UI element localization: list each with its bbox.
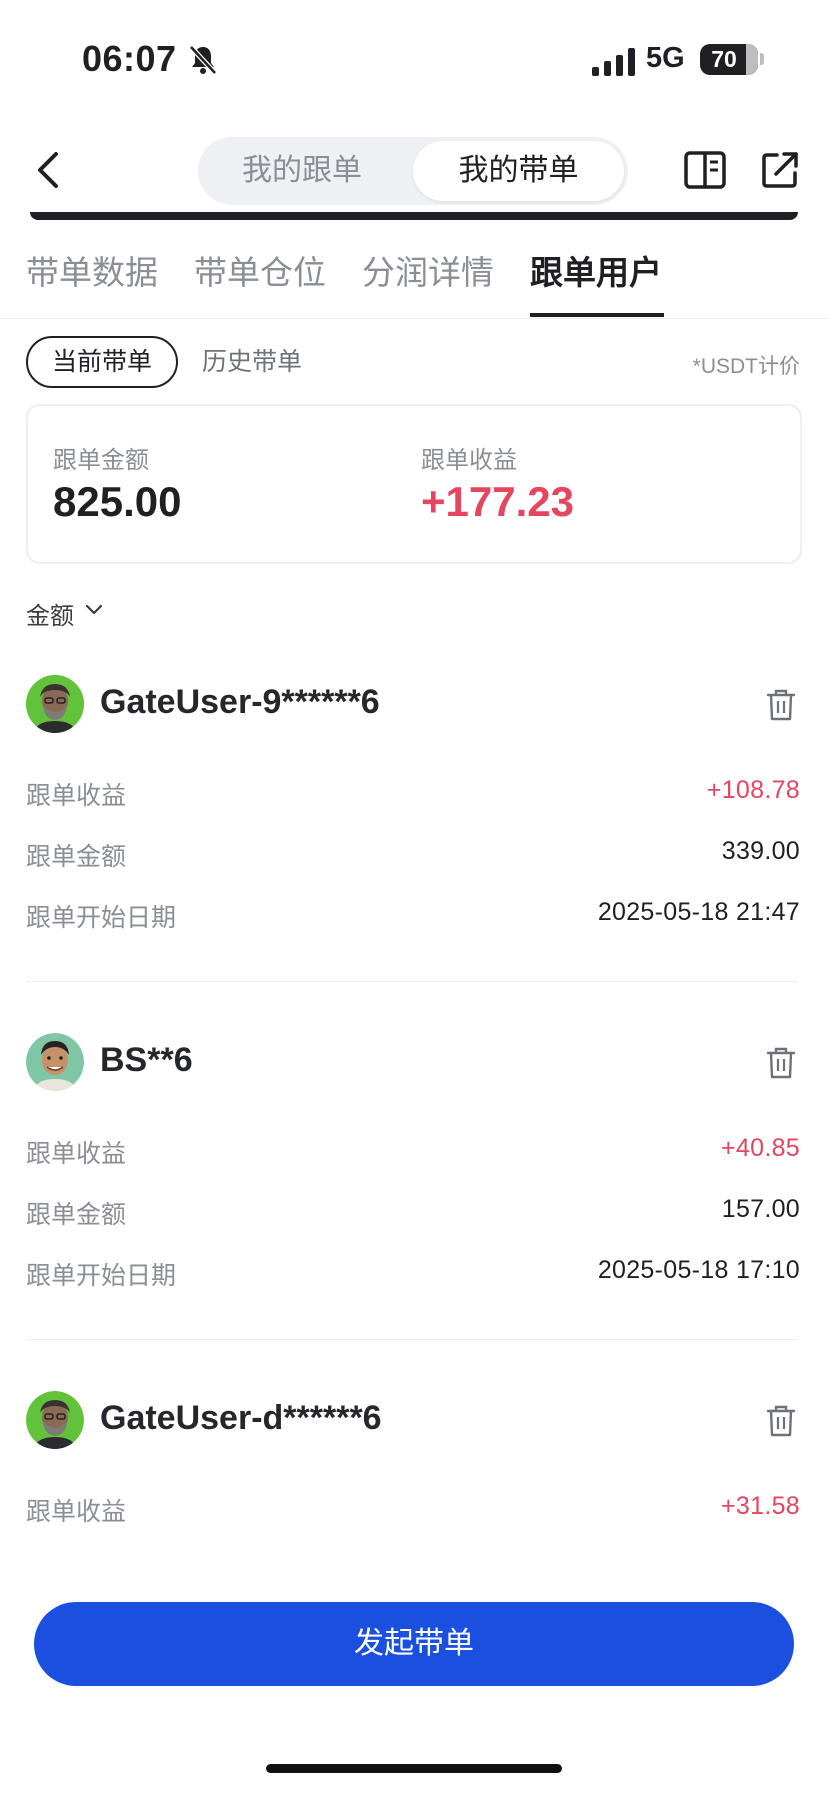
back-arrow-icon[interactable] <box>30 148 70 192</box>
network-type: 5G <box>646 42 685 74</box>
row-label: 跟单开始日期 <box>26 904 177 932</box>
avatar <box>26 675 84 733</box>
row-value-amount: 339.00 <box>721 837 800 865</box>
trash-icon[interactable] <box>766 688 796 722</box>
battery-cap <box>760 53 764 65</box>
trash-icon[interactable] <box>766 1404 796 1438</box>
summary-profit-value: +177.23 <box>421 478 574 525</box>
summary-profit-label: 跟单收益 <box>421 447 517 474</box>
row-label: 跟单开始日期 <box>26 1262 177 1290</box>
active-tab-indicator <box>530 313 664 317</box>
divider <box>26 1339 798 1340</box>
row-value-profit: +40.85 <box>721 1134 800 1162</box>
filter-history-lead[interactable]: 历史带单 <box>202 340 302 384</box>
battery-level: 70 <box>711 46 737 72</box>
avatar <box>26 1033 84 1091</box>
signal-icon <box>592 48 635 76</box>
summary-amount-value: 825.00 <box>53 478 182 525</box>
row-label: 跟单收益 <box>26 1498 127 1526</box>
tab-followers[interactable]: 跟单用户 <box>530 246 662 294</box>
row-label: 跟单收益 <box>26 1140 127 1168</box>
row-label: 跟单收益 <box>26 782 127 810</box>
avatar <box>26 1391 84 1449</box>
tab-profit-details[interactable]: 分润详情 <box>362 246 494 294</box>
battery-icon: 70 <box>700 44 758 75</box>
chevron-down-icon[interactable] <box>84 603 104 617</box>
trash-icon[interactable] <box>766 1046 796 1080</box>
summary-amount-label: 跟单金额 <box>53 447 149 474</box>
tab-lead-positions[interactable]: 带单仓位 <box>194 246 326 294</box>
segment-my-follow[interactable]: 我的跟单 <box>198 137 406 205</box>
share-icon[interactable] <box>760 150 800 190</box>
row-value-profit: +31.58 <box>721 1492 800 1520</box>
row-label: 跟单金额 <box>26 1201 127 1229</box>
tab-divider <box>0 318 828 319</box>
follower-name: BS**6 <box>100 1041 193 1079</box>
start-lead-button[interactable]: 发起带单 <box>34 1602 794 1686</box>
home-indicator <box>266 1764 562 1773</box>
row-value-date: 2025-05-18 21:47 <box>597 898 800 926</box>
row-value-amount: 157.00 <box>721 1195 800 1223</box>
follower-name: GateUser-d******6 <box>100 1399 382 1437</box>
sort-dropdown[interactable]: 金额 <box>26 596 74 631</box>
divider <box>26 981 798 982</box>
segment-my-lead[interactable]: 我的带单 <box>413 141 624 201</box>
unit-note: *USDT计价 <box>692 355 800 378</box>
row-value-date: 2025-05-18 17:10 <box>597 1256 800 1284</box>
tab-lead-data[interactable]: 带单数据 <box>26 246 158 294</box>
follower-name: GateUser-9******6 <box>100 683 380 721</box>
book-icon[interactable] <box>684 150 726 190</box>
row-label: 跟单金额 <box>26 843 127 871</box>
filter-current-lead[interactable]: 当前带单 <box>26 336 178 388</box>
row-value-profit: +108.78 <box>706 776 800 804</box>
bell-muted-icon <box>189 45 217 75</box>
status-time: 06:07 <box>82 38 177 79</box>
header-banner-edge <box>30 212 798 220</box>
